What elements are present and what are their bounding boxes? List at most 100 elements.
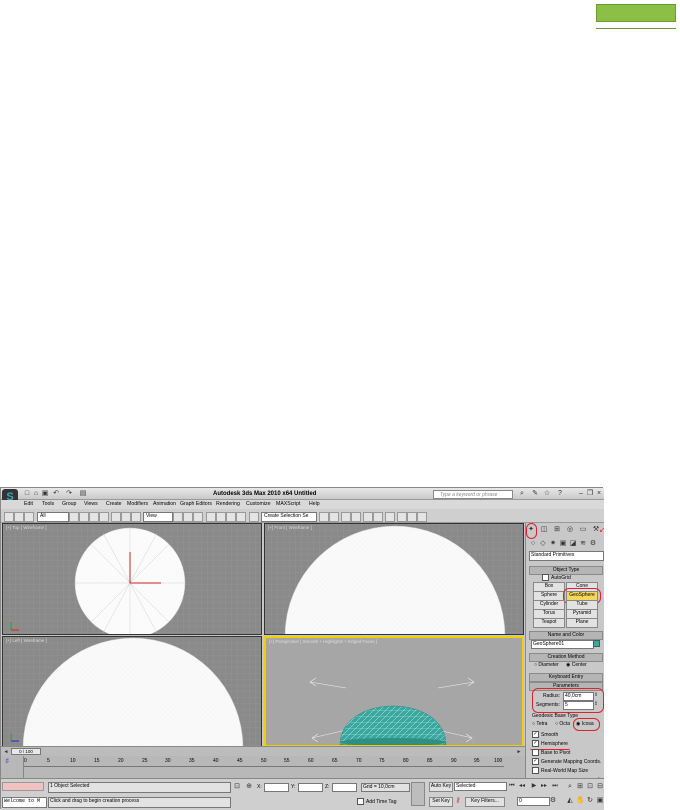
- shapes-icon[interactable]: ◇: [539, 540, 547, 548]
- move-button[interactable]: [111, 512, 121, 522]
- menu-modifiers[interactable]: Modifiers: [127, 501, 148, 507]
- generate-mapping-checkbox[interactable]: ✓ Generate Mapping Coords.: [532, 758, 601, 765]
- scale-button[interactable]: [131, 512, 141, 522]
- minimize-icon[interactable]: –: [577, 490, 585, 498]
- lock-selection-icon[interactable]: ⊡: [233, 783, 241, 791]
- absolute-mode-icon[interactable]: ⊕: [245, 783, 253, 791]
- viewport-top[interactable]: [+] Top [ Wireframe ]: [2, 523, 262, 635]
- curve-editor-button[interactable]: [363, 512, 373, 522]
- redo-icon[interactable]: ↷: [65, 490, 73, 498]
- object-color-swatch[interactable]: [593, 640, 600, 647]
- open-file-icon[interactable]: ⌂: [32, 490, 40, 498]
- subscription-icon[interactable]: ✎: [531, 490, 539, 498]
- align-button[interactable]: [329, 512, 339, 522]
- maxscript-listener-field[interactable]: Welcome to M: [2, 797, 47, 808]
- menu-views[interactable]: Views: [84, 501, 98, 507]
- go-to-start-icon[interactable]: ⏮: [508, 782, 516, 790]
- add-time-tag-button[interactable]: Add Time Tag: [357, 798, 396, 805]
- y-coordinate-field[interactable]: [298, 783, 323, 792]
- current-frame-field[interactable]: 0: [517, 797, 550, 806]
- create-tab-icon[interactable]: ✦: [527, 526, 535, 534]
- undo-icon[interactable]: ↶: [52, 490, 60, 498]
- mirror-button[interactable]: [319, 512, 329, 522]
- layer-manager-button[interactable]: [341, 512, 351, 522]
- time-slider-next-icon[interactable]: ►: [515, 748, 523, 756]
- diameter-radio[interactable]: ○ Diameter: [534, 662, 559, 668]
- key-mode-icon[interactable]: [411, 782, 425, 806]
- menu-customize[interactable]: Customize: [246, 501, 271, 507]
- autogrid-checkbox[interactable]: AutoGrid: [542, 574, 571, 581]
- menu-rendering[interactable]: Rendering: [216, 501, 240, 507]
- viewport-perspective[interactable]: [+] Perspective [ Smooth + Highlights + …: [264, 636, 524, 747]
- zoom-all-icon[interactable]: ⊞: [576, 783, 584, 791]
- time-slider-prev-icon[interactable]: ◄: [2, 748, 10, 756]
- window-crossing-button[interactable]: [99, 512, 109, 522]
- set-key-icon[interactable]: ⚷: [454, 797, 462, 805]
- cameras-icon[interactable]: ▣: [559, 540, 567, 548]
- viewport-front[interactable]: [+] Front [ Wireframe ]: [264, 523, 524, 635]
- reference-coordinate-dropdown[interactable]: View: [143, 512, 173, 522]
- percent-snap-button[interactable]: [226, 512, 236, 522]
- set-key-button[interactable]: Set Key: [429, 797, 453, 807]
- menu-create[interactable]: Create: [106, 501, 122, 507]
- modify-tab-icon[interactable]: ◫: [540, 526, 548, 534]
- plane-button[interactable]: Plane: [566, 618, 598, 628]
- menu-group[interactable]: Group: [62, 501, 76, 507]
- menu-maxscript[interactable]: MAXScript: [276, 501, 301, 507]
- base-to-pivot-checkbox-box[interactable]: [532, 749, 539, 756]
- graphite-ribbon-button[interactable]: [351, 512, 361, 522]
- new-file-icon[interactable]: □: [23, 490, 31, 498]
- base-to-pivot-checkbox[interactable]: Base to Pivot: [532, 749, 570, 756]
- motion-tab-icon[interactable]: ◎: [566, 526, 574, 534]
- select-link-button[interactable]: [14, 512, 24, 522]
- select-object-button[interactable]: [69, 512, 79, 522]
- undo-button[interactable]: [4, 512, 14, 522]
- snaps-toggle-button[interactable]: [206, 512, 216, 522]
- space-warps-icon[interactable]: ≋: [579, 540, 587, 548]
- rotate-button[interactable]: [121, 512, 131, 522]
- menu-animation[interactable]: Animation: [153, 501, 176, 507]
- tetra-radio[interactable]: ○ Tetra: [532, 721, 547, 727]
- angle-snap-button[interactable]: [216, 512, 226, 522]
- real-world-map-checkbox-box[interactable]: [532, 767, 539, 774]
- close-icon[interactable]: ×: [595, 490, 603, 498]
- teapot-button[interactable]: Teapot: [533, 618, 565, 628]
- track-bar[interactable]: ♯ 0 5 10 15 20 25 30 35 40 45 50 55 60 6…: [1, 756, 525, 778]
- hierarchy-tab-icon[interactable]: ⊞: [553, 526, 561, 534]
- restore-icon[interactable]: ❐: [586, 490, 594, 498]
- generate-mapping-checkbox-box[interactable]: ✓: [532, 758, 539, 765]
- favorites-icon[interactable]: ☆: [543, 490, 551, 498]
- next-frame-icon[interactable]: ▸▸: [540, 782, 548, 790]
- named-selection-sets-dropdown[interactable]: Create Selection Se: [261, 512, 317, 522]
- helpers-icon[interactable]: ◪: [569, 540, 577, 548]
- auto-key-mode-dropdown[interactable]: Selected: [454, 782, 507, 791]
- select-manipulate-button[interactable]: [183, 512, 193, 522]
- search-icon[interactable]: ⌕: [518, 490, 526, 498]
- field-of-view-icon[interactable]: ◭: [566, 797, 574, 805]
- real-world-map-checkbox[interactable]: Real-World Map Size: [532, 767, 588, 774]
- object-name-field[interactable]: GeoSphere01: [531, 640, 594, 649]
- unlink-button[interactable]: [24, 512, 34, 522]
- rendered-frame-button[interactable]: [407, 512, 417, 522]
- x-coordinate-field[interactable]: [264, 783, 289, 792]
- render-setup-button[interactable]: [397, 512, 407, 522]
- menu-help[interactable]: Help: [309, 501, 320, 507]
- spinner-snap-button[interactable]: [236, 512, 246, 522]
- key-filters-button[interactable]: Key Filters...: [465, 797, 505, 807]
- zoom-extents-icon[interactable]: ⊡: [586, 783, 594, 791]
- menu-graph-editors[interactable]: Graph Editors: [180, 501, 212, 507]
- region-select-button[interactable]: [89, 512, 99, 522]
- previous-frame-icon[interactable]: ◂◂: [518, 782, 526, 790]
- maximize-viewport-icon[interactable]: ▣: [596, 797, 604, 805]
- creation-method-rollout[interactable]: Creation Method: [529, 653, 603, 662]
- search-input[interactable]: Type a keyword or phrase: [433, 490, 513, 499]
- select-by-name-button[interactable]: [79, 512, 89, 522]
- viewport-left[interactable]: [+] Left [ Wireframe ]: [2, 636, 262, 747]
- menu-edit[interactable]: Edit: [24, 501, 33, 507]
- primitive-category-dropdown[interactable]: Standard Primitives: [529, 551, 604, 561]
- autogrid-checkbox-box[interactable]: [542, 574, 549, 581]
- render-production-button[interactable]: [417, 512, 427, 522]
- named-selection-button[interactable]: [249, 512, 259, 522]
- systems-icon[interactable]: ⚙: [589, 540, 597, 548]
- time-slider-thumb[interactable]: 0 / 100: [11, 748, 41, 755]
